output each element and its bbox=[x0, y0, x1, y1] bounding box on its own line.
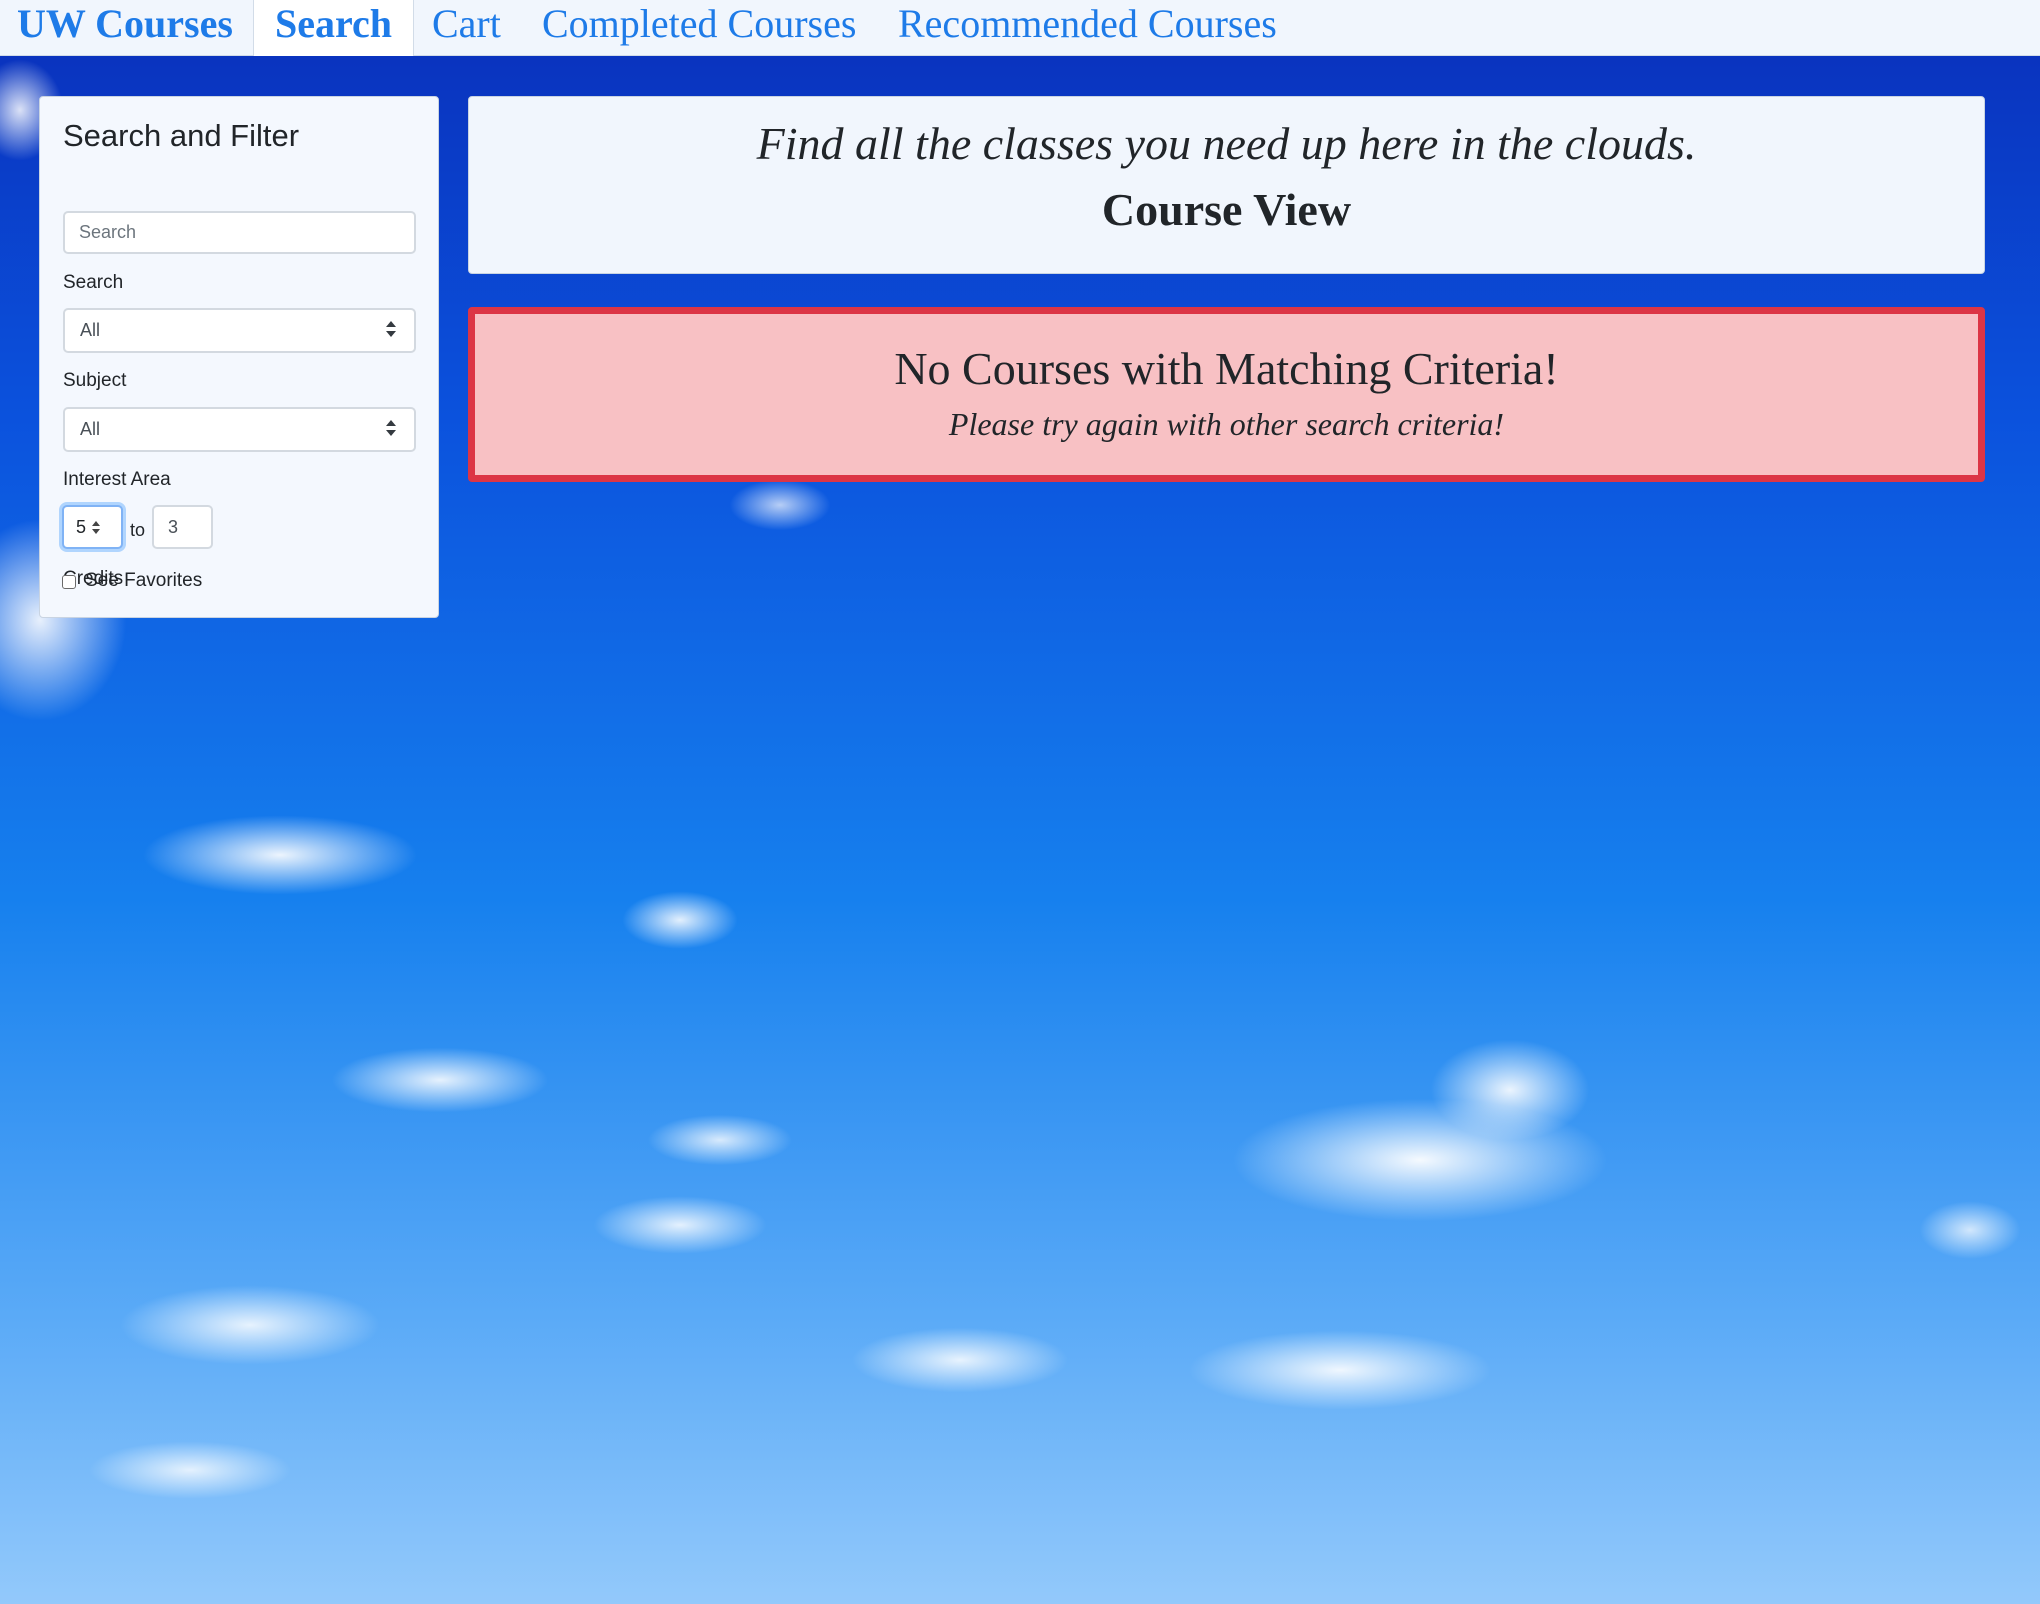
credits-max-input[interactable]: 3 bbox=[152, 505, 213, 549]
page: { "nav": { "brand": "UW Courses", "tabs"… bbox=[0, 0, 2040, 1604]
spinner-arrows-icon[interactable] bbox=[92, 521, 100, 535]
alert-title: No Courses with Matching Criteria! bbox=[894, 343, 1559, 394]
tab-completed-courses[interactable]: Completed Courses bbox=[542, 0, 856, 55]
tab-recommended-courses[interactable]: Recommended Courses bbox=[898, 0, 1277, 55]
page-title: Course View bbox=[1101, 184, 1352, 235]
alert-message: Please try again with other search crite… bbox=[948, 406, 1505, 442]
credits-row: 5 to 3 See Favorites bbox=[39, 96, 439, 618]
credits-min-input[interactable]: 5 bbox=[62, 505, 123, 549]
credits-separator: to bbox=[130, 520, 146, 540]
tab-cart[interactable]: Cart bbox=[432, 0, 501, 55]
course-view-header: Find all the classes you need up here in… bbox=[468, 96, 1985, 274]
see-favorites-label[interactable]: See Favorites bbox=[85, 570, 202, 592]
credits-min-value: 5 bbox=[76, 517, 87, 537]
top-navbar: UW Courses Search Cart Completed Courses… bbox=[0, 0, 2040, 56]
no-results-alert: No Courses with Matching Criteria! Pleas… bbox=[468, 307, 1985, 482]
see-favorites-checkbox[interactable] bbox=[62, 575, 76, 589]
header-tagline: Find all the classes you need up here in… bbox=[756, 118, 1697, 169]
credits-max-value: 3 bbox=[168, 517, 179, 537]
brand-link[interactable]: UW Courses bbox=[17, 0, 233, 55]
tab-search[interactable]: Search bbox=[253, 0, 415, 56]
